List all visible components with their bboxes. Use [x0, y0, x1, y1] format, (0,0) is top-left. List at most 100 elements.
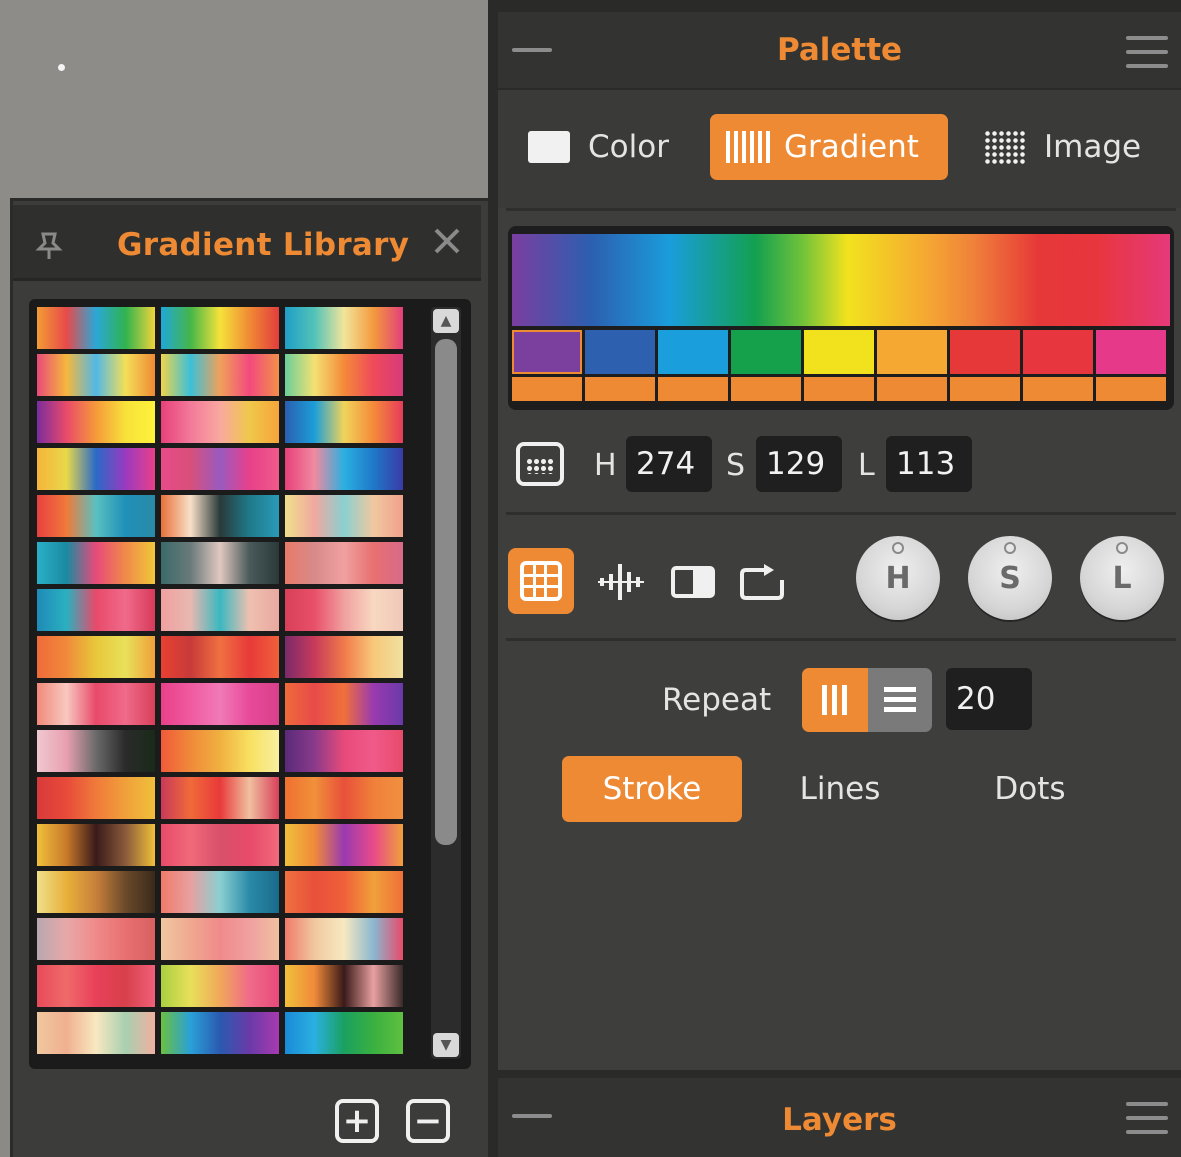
panel-divider[interactable]: [488, 0, 498, 1157]
gradient-swatch[interactable]: [285, 307, 403, 349]
gradient-swatch[interactable]: [285, 965, 403, 1007]
gradient-swatch[interactable]: [161, 777, 279, 819]
gradient-swatch[interactable]: [285, 636, 403, 678]
gradient-swatch[interactable]: [285, 448, 403, 490]
grid-tool-button[interactable]: [508, 548, 574, 614]
gradient-swatch[interactable]: [161, 307, 279, 349]
stop-marker[interactable]: [877, 377, 947, 401]
gradient-swatch[interactable]: [37, 871, 155, 913]
stop-marker[interactable]: [731, 377, 801, 401]
gradient-swatch[interactable]: [37, 824, 155, 866]
spread-icon[interactable]: [598, 562, 646, 602]
stop-marker[interactable]: [585, 377, 655, 401]
gradient-swatch[interactable]: [37, 589, 155, 631]
color-stop[interactable]: [585, 330, 655, 374]
h-input[interactable]: 274: [626, 436, 712, 492]
tab-gradient[interactable]: Gradient: [710, 114, 948, 180]
stop-marker[interactable]: [950, 377, 1020, 401]
gradient-swatch[interactable]: [285, 871, 403, 913]
stop-marker[interactable]: [512, 377, 582, 401]
gradient-swatch[interactable]: [37, 495, 155, 537]
gradient-swatch[interactable]: [161, 354, 279, 396]
gradient-swatch[interactable]: [161, 824, 279, 866]
stop-marker[interactable]: [1023, 377, 1093, 401]
gradient-swatch[interactable]: [285, 730, 403, 772]
gradient-swatch[interactable]: [161, 683, 279, 725]
gradient-swatch[interactable]: [285, 777, 403, 819]
repeat-horizontal-button[interactable]: [868, 668, 932, 732]
mode-lines-button[interactable]: Lines: [780, 756, 900, 822]
gradient-swatch[interactable]: [37, 965, 155, 1007]
color-stop[interactable]: [950, 330, 1020, 374]
gradient-swatch[interactable]: [161, 918, 279, 960]
gradient-swatch[interactable]: [161, 871, 279, 913]
stop-marker[interactable]: [1096, 377, 1166, 401]
rotate-icon[interactable]: [738, 562, 788, 602]
scrollbar[interactable]: ▲ ▼: [431, 307, 461, 1059]
gradient-swatch[interactable]: [37, 918, 155, 960]
scroll-up-button[interactable]: ▲: [433, 309, 459, 333]
invert-icon[interactable]: [670, 562, 716, 602]
gradient-swatch[interactable]: [37, 448, 155, 490]
gradient-swatch[interactable]: [285, 589, 403, 631]
stop-marker[interactable]: [658, 377, 728, 401]
scroll-down-button[interactable]: ▼: [433, 1033, 459, 1057]
gradient-swatch[interactable]: [161, 495, 279, 537]
scroll-thumb[interactable]: [435, 339, 457, 845]
gradient-swatch[interactable]: [285, 354, 403, 396]
gradient-swatch[interactable]: [37, 1012, 155, 1054]
saturation-knob[interactable]: S: [968, 536, 1052, 620]
gradient-list[interactable]: ▲ ▼: [29, 299, 471, 1069]
remove-gradient-button[interactable]: −: [406, 1099, 450, 1143]
gradient-swatch[interactable]: [285, 824, 403, 866]
l-input[interactable]: 113: [886, 436, 972, 492]
color-stop[interactable]: [877, 330, 947, 374]
gradient-swatch[interactable]: [285, 495, 403, 537]
tab-image[interactable]: Image: [984, 114, 1141, 180]
gradient-swatch[interactable]: [285, 542, 403, 584]
gradient-swatch[interactable]: [37, 730, 155, 772]
gradient-swatch[interactable]: [285, 683, 403, 725]
color-stop[interactable]: [804, 330, 874, 374]
repeat-vertical-button[interactable]: [802, 668, 868, 732]
s-input[interactable]: 129: [756, 436, 842, 492]
gradient-swatch[interactable]: [37, 354, 155, 396]
repeat-count-input[interactable]: 20: [946, 668, 1032, 730]
pin-icon[interactable]: [35, 231, 63, 261]
color-stop[interactable]: [1096, 330, 1166, 374]
canvas-area[interactable]: [0, 0, 488, 200]
mode-stroke-button[interactable]: Stroke: [562, 756, 742, 822]
gradient-swatch[interactable]: [161, 542, 279, 584]
gradient-swatch[interactable]: [37, 683, 155, 725]
gradient-swatch[interactable]: [161, 401, 279, 443]
gradient-swatch[interactable]: [37, 636, 155, 678]
menu-icon[interactable]: [1126, 1102, 1168, 1134]
gradient-swatch[interactable]: [285, 401, 403, 443]
gradient-swatch[interactable]: [161, 448, 279, 490]
hue-knob[interactable]: H: [856, 536, 940, 620]
gradient-swatch[interactable]: [161, 965, 279, 1007]
lightness-knob[interactable]: L: [1080, 536, 1164, 620]
gradient-swatch[interactable]: [285, 1012, 403, 1054]
gradient-swatch[interactable]: [37, 777, 155, 819]
gradient-swatch[interactable]: [161, 1012, 279, 1054]
stop-marker[interactable]: [804, 377, 874, 401]
add-gradient-button[interactable]: +: [335, 1099, 379, 1143]
gradient-swatch[interactable]: [37, 401, 155, 443]
gradient-swatch[interactable]: [161, 589, 279, 631]
color-stop[interactable]: [731, 330, 801, 374]
keypad-icon[interactable]: [516, 442, 564, 486]
menu-icon[interactable]: [1126, 36, 1168, 68]
close-icon[interactable]: [433, 227, 461, 255]
gradient-swatch[interactable]: [161, 730, 279, 772]
gradient-swatch[interactable]: [285, 918, 403, 960]
tab-color[interactable]: Color: [528, 114, 669, 180]
mode-dots-button[interactable]: Dots: [970, 756, 1090, 822]
color-stop[interactable]: [658, 330, 728, 374]
gradient-swatch[interactable]: [37, 542, 155, 584]
color-stop[interactable]: [512, 330, 582, 374]
gradient-swatch[interactable]: [161, 636, 279, 678]
gradient-swatch[interactable]: [37, 307, 155, 349]
color-stop[interactable]: [1023, 330, 1093, 374]
gradient-preview-bar[interactable]: [512, 234, 1170, 326]
